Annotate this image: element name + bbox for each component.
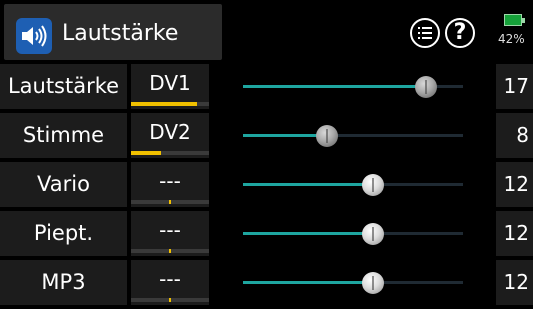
list-item[interactable]: Vario --- 12	[0, 162, 533, 207]
volume-value: 12	[496, 211, 533, 256]
control-label: ---	[159, 267, 181, 291]
control-level-fill	[131, 102, 198, 106]
row-label: Lautstärke	[0, 64, 127, 109]
battery-icon	[504, 14, 525, 26]
list-item[interactable]: Stimme DV2 8	[0, 113, 533, 158]
row-label: Vario	[0, 162, 127, 207]
control-center-mark	[169, 249, 171, 253]
slider-fill	[243, 183, 373, 186]
volume-slider[interactable]	[213, 211, 492, 256]
slider-knob[interactable]	[414, 76, 437, 98]
slider-fill	[243, 85, 426, 88]
list-menu-icon[interactable]	[410, 18, 440, 48]
control-assign-button[interactable]: DV2	[131, 113, 209, 158]
volume-value: 17	[496, 64, 533, 109]
header-bar: Lautstärke ? 42%	[0, 0, 533, 64]
control-label: ---	[159, 169, 181, 193]
row-label: Stimme	[0, 113, 127, 158]
list-item[interactable]: Lautstärke DV1 17	[0, 64, 533, 109]
volume-value: 12	[496, 260, 533, 305]
slider-track	[243, 76, 463, 98]
volume-value: 8	[496, 113, 533, 158]
slider-fill	[243, 281, 373, 284]
control-center-mark	[169, 298, 171, 302]
page-title: Lautstärke	[62, 21, 179, 46]
battery-status: 42%	[498, 14, 528, 54]
control-center-mark	[169, 200, 171, 204]
slider-knob[interactable]	[315, 125, 338, 147]
slider-knob[interactable]	[361, 223, 384, 245]
slider-track	[243, 174, 463, 196]
control-level-bar	[131, 102, 209, 106]
volume-slider[interactable]	[213, 260, 492, 305]
slider-track	[243, 125, 463, 147]
control-assign-button[interactable]: DV1	[131, 64, 209, 109]
control-label: DV1	[149, 71, 191, 95]
battery-percent: 42%	[498, 32, 525, 46]
list-item[interactable]: Piept. --- 12	[0, 211, 533, 256]
speaker-icon[interactable]	[16, 18, 52, 54]
volume-slider[interactable]	[213, 64, 492, 109]
control-label: DV2	[149, 120, 191, 144]
control-assign-button[interactable]: ---	[131, 260, 209, 305]
slider-knob[interactable]	[361, 272, 384, 294]
slider-fill	[243, 232, 373, 235]
slider-track	[243, 272, 463, 294]
control-assign-button[interactable]: ---	[131, 162, 209, 207]
control-level-fill	[131, 151, 161, 155]
row-label: MP3	[0, 260, 127, 305]
slider-knob[interactable]	[361, 174, 384, 196]
volume-slider[interactable]	[213, 162, 492, 207]
question-icon[interactable]: ?	[445, 18, 475, 48]
list-item[interactable]: MP3 --- 12	[0, 260, 533, 305]
volume-value: 12	[496, 162, 533, 207]
slider-track	[243, 223, 463, 245]
control-level-bar	[131, 151, 209, 155]
row-label: Piept.	[0, 211, 127, 256]
control-label: ---	[159, 218, 181, 242]
title-area: Lautstärke	[4, 4, 222, 60]
slider-fill	[243, 134, 327, 137]
volume-slider[interactable]	[213, 113, 492, 158]
control-assign-button[interactable]: ---	[131, 211, 209, 256]
